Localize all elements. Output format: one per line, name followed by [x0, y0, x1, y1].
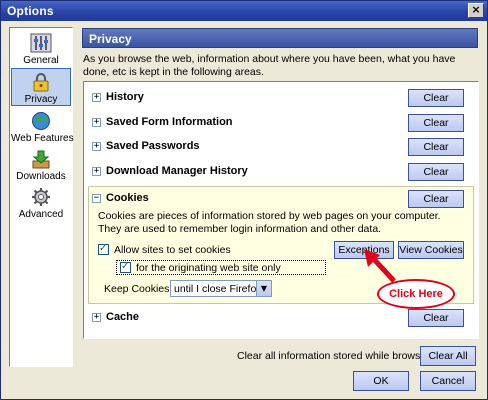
cache-row: + Cache Clear — [90, 308, 472, 328]
sidebar-item-downloads[interactable]: Downloads — [11, 146, 71, 184]
clear-all-button[interactable]: Clear All — [420, 346, 476, 366]
clear-cookies-button[interactable]: Clear — [408, 190, 464, 208]
lock-icon — [30, 72, 52, 92]
sidebar-item-general[interactable]: General — [11, 30, 71, 68]
sidebar-item-label: Privacy — [24, 94, 58, 105]
sidebar-item-label: Advanced — [18, 209, 64, 220]
section-label: Download Manager History — [106, 165, 248, 177]
expand-toggle[interactable]: + — [92, 93, 101, 102]
page-title: Privacy — [82, 28, 478, 48]
section-label: Saved Passwords — [106, 140, 200, 152]
allow-cookies-label: Allow sites to set cookies — [114, 244, 231, 256]
options-window: Options × General Privacy Web Features D… — [0, 0, 488, 400]
originating-site-checkbox[interactable]: ✓ — [120, 261, 131, 273]
saved-form-row: + Saved Form Information Clear — [90, 113, 472, 133]
allow-cookies-checkbox[interactable]: ✓ — [98, 243, 109, 255]
gear-icon — [30, 187, 52, 207]
section-label: Cache — [106, 311, 140, 323]
clear-form-button[interactable]: Clear — [408, 114, 464, 132]
close-button[interactable]: × — [468, 3, 484, 18]
clear-downloads-button[interactable]: Clear — [408, 163, 464, 181]
sliders-icon — [30, 33, 52, 53]
expand-toggle[interactable]: + — [92, 118, 101, 127]
globe-icon — [30, 111, 52, 131]
keep-cookies-label: Keep Cookies: — [104, 283, 173, 295]
dropdown-value: until I close Firefox — [174, 283, 262, 295]
cookies-description: Cookies are pieces of information stored… — [98, 210, 441, 235]
intro-text: As you browse the web, information about… — [83, 53, 456, 78]
title-bar: Options × — [1, 1, 487, 21]
originating-site-label: for the originating web site only — [136, 262, 281, 274]
clear-passwords-button[interactable]: Clear — [408, 138, 464, 156]
section-label: Cookies — [106, 192, 149, 204]
download-history-row: + Download Manager History Clear — [90, 162, 472, 182]
check-icon: ✓ — [121, 261, 130, 272]
keep-cookies-dropdown[interactable]: until I close Firefox ▼ — [170, 280, 272, 297]
saved-passwords-row: + Saved Passwords Clear — [90, 137, 472, 157]
sidebar-item-privacy[interactable]: Privacy — [11, 68, 71, 106]
cancel-button[interactable]: Cancel — [420, 371, 476, 391]
sidebar-item-web-features[interactable]: Web Features — [11, 108, 74, 146]
window-title: Options — [7, 4, 54, 18]
section-label: Saved Form Information — [106, 116, 233, 128]
cookies-row: − Cookies Clear — [90, 189, 472, 209]
category-sidebar: General Privacy Web Features Downloads A… — [9, 27, 74, 367]
expand-toggle[interactable]: + — [92, 167, 101, 176]
click-here-callout: Click Here — [377, 279, 455, 309]
ok-button[interactable]: OK — [353, 371, 409, 391]
collapse-toggle[interactable]: − — [92, 194, 101, 203]
chevron-down-icon: ▼ — [256, 281, 271, 296]
section-label: History — [106, 91, 144, 103]
sidebar-item-advanced[interactable]: Advanced — [11, 184, 71, 222]
check-icon: ✓ — [99, 243, 108, 254]
expand-toggle[interactable]: + — [92, 313, 101, 322]
sidebar-item-label: Downloads — [16, 171, 66, 182]
download-icon — [30, 149, 52, 169]
clear-all-label: Clear all information stored while brows… — [237, 350, 438, 362]
sidebar-item-label: General — [23, 55, 59, 66]
expand-toggle[interactable]: + — [92, 142, 101, 151]
history-row: + History Clear — [90, 88, 472, 108]
clear-history-button[interactable]: Clear — [408, 89, 464, 107]
sidebar-item-label: Web Features — [11, 133, 74, 144]
clear-cache-button[interactable]: Clear — [408, 309, 464, 327]
